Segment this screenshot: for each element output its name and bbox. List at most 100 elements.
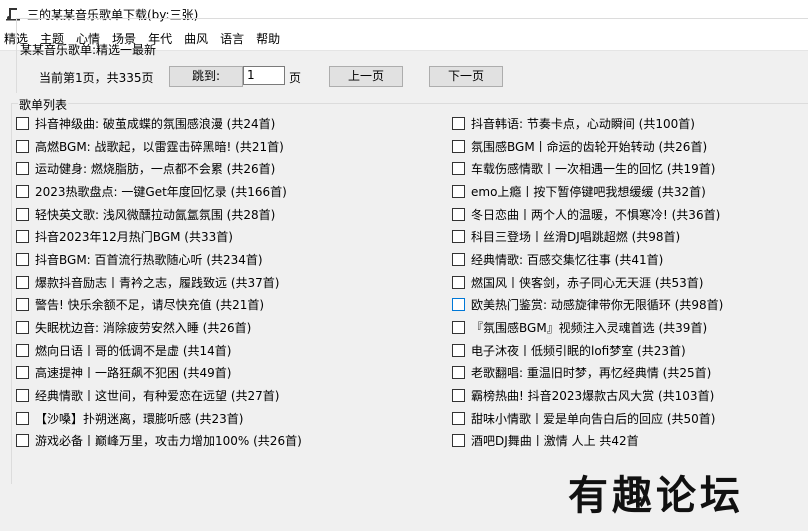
playlist-item[interactable]: 科目三登场丨丝滑DJ唱跳超燃 (共98首)	[452, 225, 723, 248]
playlist-item-label: 抖音神级曲: 破茧成蝶的氛围感浪漫 (共24首)	[35, 116, 276, 131]
checkbox[interactable]	[16, 434, 29, 448]
checkbox[interactable]	[16, 139, 29, 153]
playlist-item[interactable]: emo上瘾丨按下暂停键吧我想缓缓 (共32首)	[452, 180, 723, 203]
next-page-button[interactable]: 下一页	[429, 66, 503, 87]
playlist-item-label: 『氛围感BGM』视频注入灵魂首选 (共39首)	[471, 321, 708, 336]
checkbox[interactable]	[16, 162, 29, 176]
playlist-item[interactable]: 失眠枕边音: 消除疲劳安然入睡 (共26首)	[16, 316, 302, 339]
playlist-item-label: 游戏必备丨巅峰万里，攻击力增加100% (共26首)	[35, 434, 302, 449]
playlist-item[interactable]: 燃国风丨侠客剑，赤子同心无天涯 (共53首)	[452, 271, 723, 294]
playlist-item-label: 车载伤感情歌丨一次相遇一生的回忆 (共19首)	[471, 162, 716, 177]
playlist-group-label: 歌单列表	[18, 96, 69, 113]
playlist-item-label: 燃国风丨侠客剑，赤子同心无天涯 (共53首)	[471, 275, 704, 290]
playlist-item-label: 高燃BGM: 战歌起，以雷霆击碎黑暗! (共21首)	[35, 139, 284, 154]
playlist-item[interactable]: 运动健身: 燃烧脂肪，一点都不会累 (共26首)	[16, 157, 302, 180]
playlist-item[interactable]: 氛围感BGM丨命运的齿轮开始转动 (共26首)	[452, 135, 723, 158]
playlist-item[interactable]: 【沙嗓】扑朔迷离，環膨听感 (共23首)	[16, 407, 302, 430]
playlist-item-label: 高速提神丨一路狂飙不犯困 (共49首)	[35, 366, 232, 381]
playlist-item[interactable]: 轻快英文歌: 浅风微醺拉动氤氲氛围 (共28首)	[16, 203, 302, 226]
playlist-item-label: 经典情歌丨这世间，有种爱恋在远望 (共27首)	[35, 389, 280, 404]
playlist-item[interactable]: 车载伤感情歌丨一次相遇一生的回忆 (共19首)	[452, 157, 723, 180]
playlist-item[interactable]: 抖音神级曲: 破茧成蝶的氛围感浪漫 (共24首)	[16, 112, 302, 135]
playlist-column-left: 抖音神级曲: 破茧成蝶的氛围感浪漫 (共24首) 高燃BGM: 战歌起，以雷霆击…	[16, 112, 302, 452]
playlist-item-label: 警告! 快乐余额不足，请尽快充值 (共21首)	[35, 298, 265, 313]
playlist-item[interactable]: 高速提神丨一路狂飙不犯困 (共49首)	[16, 362, 302, 385]
checkbox[interactable]	[452, 116, 465, 130]
playlist-item-label: 冬日恋曲丨两个人的温暖，不惧寒冷! (共36首)	[471, 207, 721, 222]
playlist-item[interactable]: 游戏必备丨巅峰万里，攻击力增加100% (共26首)	[16, 430, 302, 453]
playlist-item-label: 经典情歌: 百感交集忆往事 (共41首)	[471, 252, 664, 267]
playlist-item-label: 酒吧DJ舞曲丨激情 人上 共42首	[471, 434, 639, 449]
playlist-item[interactable]: 爆款抖音励志丨青衿之志，履践致远 (共37首)	[16, 271, 302, 294]
playlist-column-right: 抖音韩语: 节奏卡点，心动瞬间 (共100首) 氛围感BGM丨命运的齿轮开始转动…	[452, 112, 723, 452]
checkbox[interactable]	[452, 207, 465, 221]
checkbox[interactable]	[452, 275, 465, 289]
checkbox[interactable]	[16, 116, 29, 130]
playlist-item[interactable]: 霸榜热曲! 抖音2023爆款古风大赏 (共103首)	[452, 384, 723, 407]
playlist-item[interactable]: 2023热歌盘点: 一键Get年度回忆录 (共166首)	[16, 180, 302, 203]
checkbox[interactable]	[16, 184, 29, 198]
playlist-item-label: 爆款抖音励志丨青衿之志，履践致远 (共37首)	[35, 275, 280, 290]
checkbox[interactable]	[16, 207, 29, 221]
playlist-item[interactable]: 抖音韩语: 节奏卡点，心动瞬间 (共100首)	[452, 112, 723, 135]
playlist-item[interactable]: 冬日恋曲丨两个人的温暖，不惧寒冷! (共36首)	[452, 203, 723, 226]
checkbox[interactable]	[452, 411, 465, 425]
checkbox[interactable]	[16, 389, 29, 403]
playlist-item-label: 抖音韩语: 节奏卡点，心动瞬间 (共100首)	[471, 116, 695, 131]
playlist-item[interactable]: 经典情歌: 百感交集忆往事 (共41首)	[452, 248, 723, 271]
forum-watermark: 有趣论坛	[568, 472, 744, 519]
checkbox[interactable]	[452, 389, 465, 403]
playlist-item[interactable]: 燃向日语丨哥的低调不是虚 (共14首)	[16, 339, 302, 362]
playlist-item-label: 科目三登场丨丝滑DJ唱跳超燃 (共98首)	[471, 230, 681, 245]
playlist-item-label: 电子沐夜丨低频引眠的lofi梦室 (共23首)	[471, 343, 686, 358]
checkbox[interactable]	[452, 321, 465, 335]
playlist-item-label: 燃向日语丨哥的低调不是虚 (共14首)	[35, 343, 232, 358]
page-number-input[interactable]	[243, 66, 285, 85]
playlist-item[interactable]: 经典情歌丨这世间，有种爱恋在远望 (共27首)	[16, 384, 302, 407]
checkbox[interactable]	[452, 298, 465, 312]
previous-page-button[interactable]: 上一页	[329, 66, 403, 87]
goto-page-button[interactable]: 跳到:	[169, 66, 243, 87]
playlist-item-label: 2023热歌盘点: 一键Get年度回忆录 (共166首)	[35, 184, 287, 199]
checkbox[interactable]	[452, 434, 465, 448]
playlist-item[interactable]: 抖音2023年12月热门BGM (共33首)	[16, 225, 302, 248]
playlist-item[interactable]: 警告! 快乐余额不足，请尽快充值 (共21首)	[16, 294, 302, 317]
checkbox[interactable]	[452, 162, 465, 176]
checkbox[interactable]	[16, 321, 29, 335]
playlist-item[interactable]: 酒吧DJ舞曲丨激情 人上 共42首	[452, 430, 723, 453]
checkbox[interactable]	[16, 411, 29, 425]
checkbox[interactable]	[452, 366, 465, 380]
checkbox[interactable]	[16, 298, 29, 312]
playlist-item-label: 霸榜热曲! 抖音2023爆款古风大赏 (共103首)	[471, 389, 715, 404]
playlist-item-label: 抖音BGM: 百首流行热歌随心听 (共234首)	[35, 252, 263, 267]
playlist-item-label: 欧美热门鉴赏: 动感旋律带你无限循环 (共98首)	[471, 298, 724, 313]
playlist-item-label: 氛围感BGM丨命运的齿轮开始转动 (共26首)	[471, 139, 708, 154]
checkbox[interactable]	[16, 366, 29, 380]
page-unit-label: 页	[289, 71, 302, 85]
playlist-item-label: 失眠枕边音: 消除疲劳安然入睡 (共26首)	[35, 321, 252, 336]
playlist-item[interactable]: 欧美热门鉴赏: 动感旋律带你无限循环 (共98首)	[452, 294, 723, 317]
playlist-item[interactable]: 电子沐夜丨低频引眠的lofi梦室 (共23首)	[452, 339, 723, 362]
checkbox[interactable]	[16, 343, 29, 357]
playlist-item-label: 轻快英文歌: 浅风微醺拉动氤氲氛围 (共28首)	[35, 207, 276, 222]
checkbox[interactable]	[452, 343, 465, 357]
checkbox[interactable]	[16, 230, 29, 244]
playlist-item[interactable]: 老歌翻唱: 重温旧时梦，再忆经典情 (共25首)	[452, 362, 723, 385]
playlist-item-label: emo上瘾丨按下暂停键吧我想缓缓 (共32首)	[471, 184, 706, 199]
checkbox[interactable]	[452, 184, 465, 198]
playlist-item[interactable]: 抖音BGM: 百首流行热歌随心听 (共234首)	[16, 248, 302, 271]
checkbox[interactable]	[452, 139, 465, 153]
playlist-item-label: 抖音2023年12月热门BGM (共33首)	[35, 230, 233, 245]
playlist-item-label: 甜味小情歌丨爱是单向告白后的回应 (共50首)	[471, 411, 716, 426]
playlist-item[interactable]: 『氛围感BGM』视频注入灵魂首选 (共39首)	[452, 316, 723, 339]
playlist-item-label: 老歌翻唱: 重温旧时梦，再忆经典情 (共25首)	[471, 366, 712, 381]
checkbox[interactable]	[16, 275, 29, 289]
checkbox[interactable]	[452, 252, 465, 266]
checkbox[interactable]	[452, 230, 465, 244]
playlist-item[interactable]: 高燃BGM: 战歌起，以雷霆击碎黑暗! (共21首)	[16, 135, 302, 158]
playlist-item-label: 【沙嗓】扑朔迷离，環膨听感 (共23首)	[35, 411, 244, 426]
playlist-item[interactable]: 甜味小情歌丨爱是单向告白后的回应 (共50首)	[452, 407, 723, 430]
checkbox[interactable]	[16, 252, 29, 266]
playlist-source-title: 某某音乐歌单:精选一最新	[20, 43, 157, 57]
playlist-item-label: 运动健身: 燃烧脂肪，一点都不会累 (共26首)	[35, 162, 276, 177]
